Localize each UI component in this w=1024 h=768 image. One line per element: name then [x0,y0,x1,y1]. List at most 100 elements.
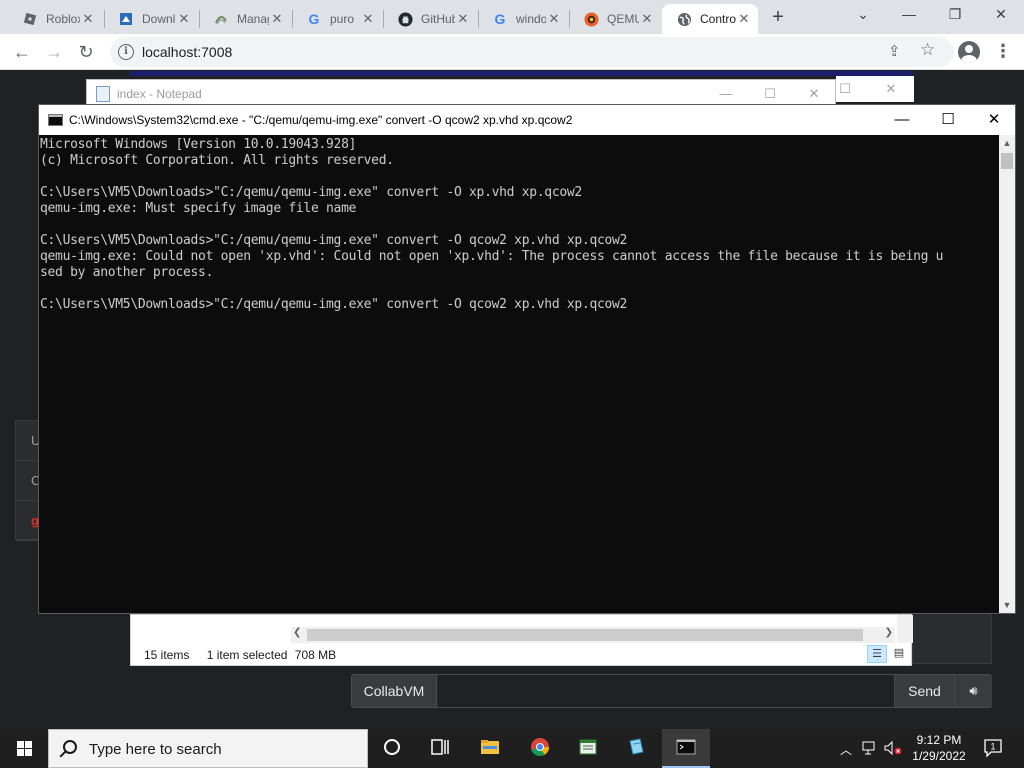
download-site-icon [118,11,134,27]
taskbar-edit-app[interactable] [612,729,660,768]
address-bar[interactable]: i localhost:7008 ⇪ ☆ [110,37,954,67]
sound-toggle-icon[interactable]: 🔊︎ [954,675,992,707]
back-button[interactable]: ← [8,38,36,66]
task-view-button[interactable] [416,729,464,768]
close-tab-icon[interactable]: ✕ [80,11,96,27]
new-tab-button[interactable]: + [766,6,790,30]
chat-bar: CollabVM Send 🔊︎ [351,674,992,708]
scroll-right-icon[interactable]: ❯ [885,627,893,638]
scroll-up-icon[interactable]: ▲ [999,135,1015,151]
windows-taskbar: Type here to search ︿ 9:12 PM 1/29/2022 … [0,729,1024,768]
browser-tab-strip: Roblox ✕ Download ✕ Manage ✕ G puro ✕ Gi… [0,0,1024,34]
close-tab-icon[interactable]: ✕ [639,11,655,27]
bookmark-star-icon[interactable]: ☆ [920,40,935,60]
console-line: qemu-img.exe: Must specify image file na… [40,201,357,216]
background-maximize-button[interactable]: ☐ [822,77,868,101]
scroll-down-icon[interactable]: ▼ [999,597,1015,613]
chat-input[interactable] [438,675,894,707]
show-hidden-icons-chevron[interactable]: ︿ [840,741,852,758]
clock-date: 1/29/2022 [912,749,966,763]
taskbar-file-explorer[interactable] [466,729,514,768]
share-icon[interactable]: ⇪ [888,42,901,60]
chat-username[interactable]: CollabVM [352,675,437,707]
tab-puro[interactable]: G puro ✕ [292,4,382,34]
cmd-icon [48,114,63,126]
close-tab-icon[interactable]: ✕ [176,11,192,27]
notepad-minimize-button[interactable]: — [703,82,749,106]
background-close-button[interactable]: ✕ [868,77,914,101]
notification-center-icon[interactable]: 1 [982,737,1004,759]
tab-windows[interactable]: G windows ✕ [478,4,568,34]
scrollbar-thumb[interactable] [307,629,863,641]
chat-send-button[interactable]: Send [894,675,954,707]
google-icon: G [308,11,320,27]
close-tab-icon[interactable]: ✕ [269,11,285,27]
notepad-icon [96,86,110,102]
folder-icon [481,740,499,754]
tab-qemu[interactable]: QEMU ✕ [569,4,661,34]
tab-control[interactable]: Control ✕ [662,4,758,34]
scroll-left-icon[interactable]: ❮ [293,627,301,638]
profile-avatar-icon[interactable] [958,41,980,63]
tab-search-chevron-icon[interactable]: ⌄ [840,0,886,30]
manage-icon [213,11,229,27]
notepad-maximize-button[interactable]: ☐ [747,82,793,106]
forward-button[interactable]: → [40,38,68,66]
search-icon [63,740,77,754]
console-line: C:\Users\VM5\Downloads>"C:/qemu/qemu-img… [40,297,628,312]
qemu-icon [583,11,599,27]
taskbar-chrome[interactable] [516,729,564,768]
search-placeholder: Type here to search [89,741,222,758]
system-clock[interactable]: 9:12 PM 1/29/2022 [900,732,978,764]
url-text[interactable]: localhost:7008 [142,44,232,60]
browser-restore-button[interactable]: ❐ [932,0,978,30]
horizontal-scrollbar[interactable]: ❮ ❯ [291,627,895,643]
cmd-minimize-button[interactable]: — [879,105,925,135]
cmd-close-button[interactable]: ✕ [971,105,1017,135]
browser-minimize-button[interactable]: — [886,0,932,30]
background-window-titlebar: ☐ ✕ [836,76,914,102]
cortana-button[interactable] [368,729,416,768]
taskbar-cmd[interactable] [662,729,710,768]
tab-download[interactable]: Download ✕ [104,4,198,34]
tab-title: GitHub [421,12,455,26]
large-icons-view-icon[interactable]: ▤ [889,645,909,663]
taskbar-search-box[interactable]: Type here to search [48,729,368,768]
tab-github[interactable]: GitHub ✕ [383,4,477,34]
console-output[interactable]: Microsoft Windows [Version 10.0.19043.92… [39,135,999,613]
tab-manage[interactable]: Manage ✕ [199,4,291,34]
scrollbar-thumb[interactable] [1001,153,1013,169]
close-tab-icon[interactable]: ✕ [455,11,471,27]
close-tab-icon[interactable]: ✕ [360,11,376,27]
console-line: C:\Users\VM5\Downloads>"C:/qemu/qemu-img… [40,233,628,248]
taskbar-notepad-app[interactable] [564,729,612,768]
browser-toolbar: ← → ↻ i localhost:7008 ⇪ ☆ [0,34,1024,70]
close-tab-icon[interactable]: ✕ [736,11,752,27]
cmd-maximize-button[interactable]: ☐ [925,105,971,135]
reload-button[interactable]: ↻ [72,38,100,66]
notepad-app-icon [579,739,597,755]
cmd-title-bar[interactable]: C:\Windows\System32\cmd.exe - "C:/qemu/q… [39,105,1015,135]
selection-size: 708 MB [294,648,337,662]
close-tab-icon[interactable]: ✕ [546,11,562,27]
cmd-window[interactable]: C:\Windows\System32\cmd.exe - "C:/qemu/q… [38,104,1016,614]
notification-count: 1 [990,742,995,752]
roblox-icon [22,11,38,27]
console-line: (c) Microsoft Corporation. All rights re… [40,153,394,168]
browser-menu-icon[interactable]: ⋮ [994,40,1012,64]
site-info-icon[interactable]: i [118,44,134,60]
side-panel-edge [912,614,992,664]
network-icon[interactable] [862,741,878,758]
item-count: 15 items [144,648,190,662]
clock-time: 9:12 PM [916,733,962,747]
notepad-title: index - Notepad [117,87,202,101]
vertical-scrollbar[interactable] [897,615,913,643]
start-button[interactable] [0,729,48,768]
console-line: C:\Users\VM5\Downloads>"C:/qemu/qemu-img… [40,185,582,200]
tab-roblox[interactable]: Roblox ✕ [8,4,102,34]
browser-close-button[interactable]: ✕ [978,0,1024,30]
cmd-vertical-scrollbar[interactable]: ▲ ▼ [999,135,1015,613]
command-prompt-icon [676,739,696,755]
details-view-icon[interactable]: ☰ [867,645,887,663]
